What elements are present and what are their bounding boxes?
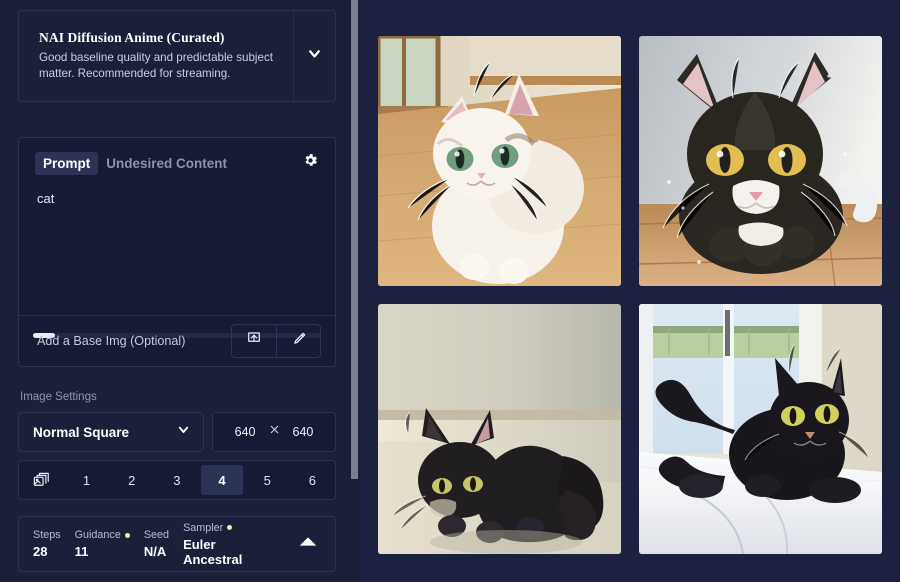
image-count-selector: 1 2 3 4 5 6 — [18, 460, 336, 500]
base-image-actions — [231, 324, 321, 358]
prompt-settings-button[interactable] — [299, 152, 321, 174]
param-sampler-value: Euler Ancestral — [183, 536, 243, 567]
tab-undesired-content[interactable]: Undesired Content — [98, 152, 235, 175]
count-option-5[interactable]: 5 — [247, 465, 288, 495]
result-image-2[interactable] — [639, 36, 882, 286]
sidebar-scrollbar-thumb[interactable] — [351, 0, 358, 479]
param-guidance-label: Guidance — [74, 529, 121, 541]
param-seed[interactable]: Seed N/A — [144, 529, 169, 559]
param-seed-value: N/A — [143, 544, 167, 559]
param-steps-label: Steps — [33, 529, 61, 541]
edit-base-image-button[interactable] — [276, 325, 320, 357]
param-guidance[interactable]: Guidance 11 — [75, 529, 130, 559]
modified-indicator-dot — [227, 525, 233, 530]
result-image-4[interactable] — [639, 304, 882, 554]
model-description: Good baseline quality and predictable su… — [39, 51, 273, 80]
count-option-2[interactable]: 2 — [111, 465, 152, 495]
tab-prompt[interactable]: Prompt — [35, 152, 99, 175]
model-selector-card[interactable]: NAI Diffusion Anime (Curated) Good basel… — [18, 10, 336, 102]
model-title: NAI Diffusion Anime (Curated) — [39, 30, 225, 45]
param-sampler-label: Sampler — [183, 521, 224, 534]
height-input[interactable]: 640 — [293, 425, 314, 439]
dimension-separator-icon — [268, 423, 281, 441]
count-option-4[interactable]: 4 — [201, 465, 243, 495]
param-guidance-value: 11 — [74, 544, 89, 559]
image-stack-icon — [19, 461, 64, 499]
model-expand-button[interactable] — [293, 10, 335, 102]
width-input[interactable]: 640 — [235, 425, 256, 439]
generation-params-bar: Steps 28 Guidance 11 Seed N/A Sampler Eu… — [18, 516, 336, 572]
prompt-input[interactable]: cat — [19, 175, 335, 206]
image-results-panel — [360, 0, 900, 582]
prompt-card: Prompt Undesired Content cat Add a Base … — [18, 137, 336, 367]
count-option-1[interactable]: 1 — [66, 465, 107, 495]
image-grid — [378, 36, 882, 554]
pencil-icon — [290, 330, 308, 353]
params-collapse-button[interactable] — [291, 535, 325, 553]
param-steps-value: 28 — [33, 544, 48, 559]
model-info: NAI Diffusion Anime (Curated) Good basel… — [39, 30, 293, 82]
aspect-ratio-value: Normal Square — [33, 424, 130, 440]
count-option-6[interactable]: 6 — [292, 465, 333, 495]
param-sampler[interactable]: Sampler Euler Ancestral — [183, 522, 277, 567]
param-seed-label: Seed — [143, 529, 170, 541]
gear-icon — [302, 152, 319, 174]
modified-indicator-dot — [124, 532, 130, 538]
base-image-row: Add a Base Img (Optional) — [19, 316, 335, 366]
chevron-down-icon — [176, 422, 191, 442]
upload-base-image-button[interactable] — [232, 325, 276, 357]
count-option-3[interactable]: 3 — [156, 465, 197, 495]
chevron-down-icon — [306, 45, 323, 67]
base-image-label: Add a Base Img (Optional) — [37, 334, 186, 348]
aspect-ratio-select[interactable]: Normal Square — [18, 412, 204, 452]
result-image-1[interactable] — [378, 36, 621, 286]
settings-sidebar: NAI Diffusion Anime (Curated) Good basel… — [0, 0, 360, 582]
dimensions-field[interactable]: 640 640 — [212, 412, 336, 452]
result-image-3[interactable] — [378, 304, 621, 554]
prompt-tabs: Prompt Undesired Content — [19, 138, 335, 175]
param-steps[interactable]: Steps 28 — [33, 529, 61, 559]
chevron-up-icon — [298, 535, 318, 553]
size-row: Normal Square 640 640 — [18, 412, 336, 452]
generation-app: NAI Diffusion Anime (Curated) Good basel… — [0, 0, 900, 582]
image-settings-label: Image Settings — [20, 391, 97, 403]
upload-icon — [245, 330, 263, 353]
